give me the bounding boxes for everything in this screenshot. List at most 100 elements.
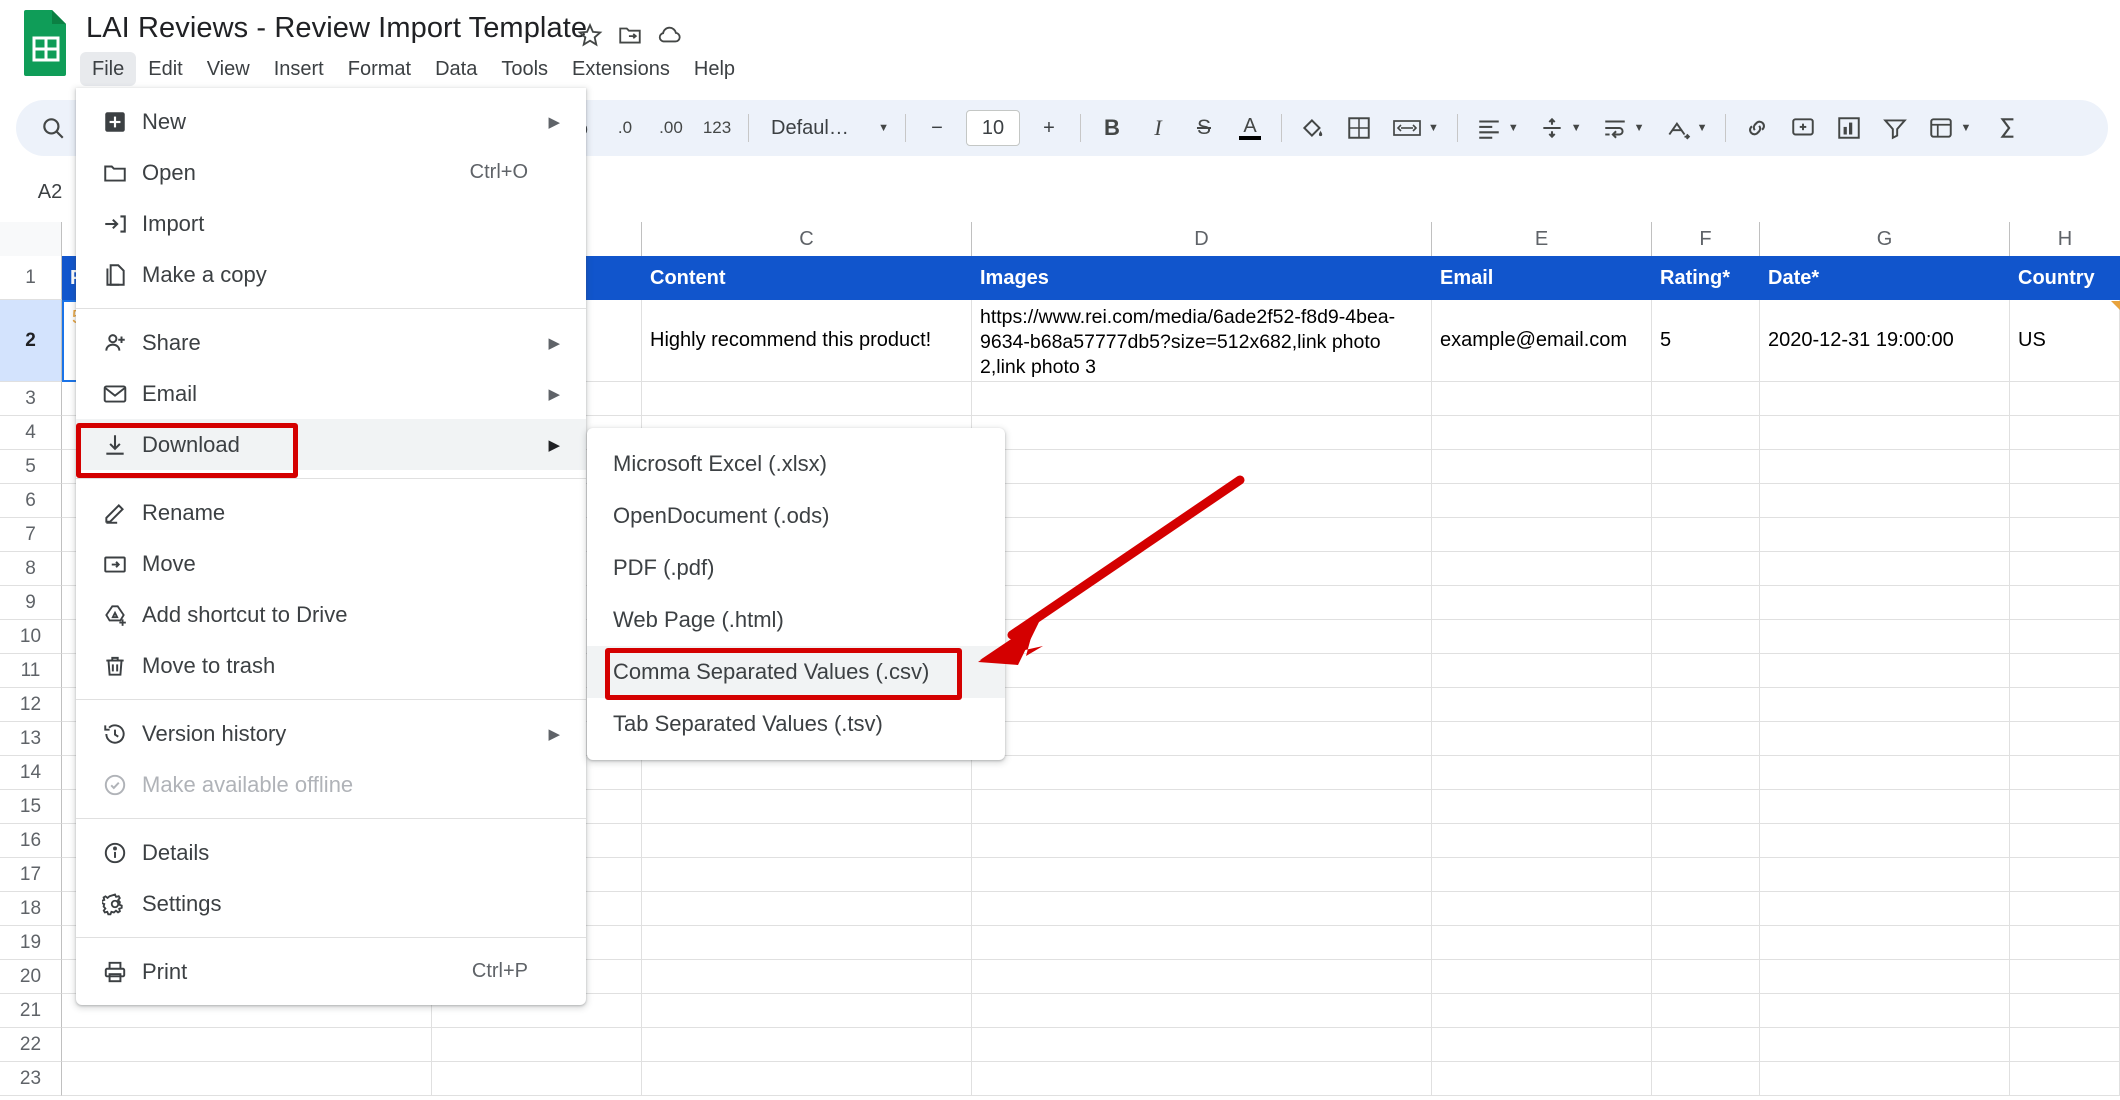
cell-e8[interactable] bbox=[1432, 552, 1652, 586]
cell-g21[interactable] bbox=[1760, 994, 2010, 1028]
file-menu-dropdown[interactable]: New ▶ Open Ctrl+O Import Make a copy Sha… bbox=[76, 88, 586, 1005]
font-family-selector[interactable]: Defaul… ▼ bbox=[757, 110, 897, 146]
column-header-e[interactable]: E bbox=[1432, 222, 1652, 256]
cell-g6[interactable] bbox=[1760, 484, 2010, 518]
column-header-c[interactable]: C bbox=[642, 222, 972, 256]
cell-h2[interactable]: US bbox=[2010, 300, 2120, 382]
row-number-8[interactable]: 8 bbox=[0, 552, 62, 586]
cell-e19[interactable] bbox=[1432, 926, 1652, 960]
cell-e4[interactable] bbox=[1432, 416, 1652, 450]
cell-f19[interactable] bbox=[1652, 926, 1760, 960]
cell-f14[interactable] bbox=[1652, 756, 1760, 790]
menu-insert[interactable]: Insert bbox=[262, 52, 336, 86]
cell-g1[interactable]: Date* bbox=[1760, 256, 2010, 300]
cell-g20[interactable] bbox=[1760, 960, 2010, 994]
cell-f3[interactable] bbox=[1652, 382, 1760, 416]
cell-f9[interactable] bbox=[1652, 586, 1760, 620]
cell-g16[interactable] bbox=[1760, 824, 2010, 858]
menu-item-add-shortcut-to-drive[interactable]: Add shortcut to Drive bbox=[76, 589, 586, 640]
cell-f15[interactable] bbox=[1652, 790, 1760, 824]
cell-g4[interactable] bbox=[1760, 416, 2010, 450]
cell-d13[interactable] bbox=[972, 722, 1432, 756]
cell-e14[interactable] bbox=[1432, 756, 1652, 790]
cell-e3[interactable] bbox=[1432, 382, 1652, 416]
cell-e18[interactable] bbox=[1432, 892, 1652, 926]
cell-f7[interactable] bbox=[1652, 518, 1760, 552]
cell-e7[interactable] bbox=[1432, 518, 1652, 552]
row-number-5[interactable]: 5 bbox=[0, 450, 62, 484]
create-filter-icon[interactable] bbox=[1872, 106, 1918, 150]
menu-item-share[interactable]: Share ▶ bbox=[76, 317, 586, 368]
fill-color-icon[interactable] bbox=[1290, 106, 1336, 150]
cell-b22[interactable] bbox=[432, 1028, 642, 1062]
cell-g10[interactable] bbox=[1760, 620, 2010, 654]
menu-edit[interactable]: Edit bbox=[136, 52, 194, 86]
text-wrap-icon[interactable]: ▼ bbox=[1592, 106, 1655, 150]
cell-h7[interactable] bbox=[2010, 518, 2120, 552]
cell-f5[interactable] bbox=[1652, 450, 1760, 484]
cell-c19[interactable] bbox=[642, 926, 972, 960]
submenu-item-html[interactable]: Web Page (.html) bbox=[587, 594, 1005, 646]
cell-g15[interactable] bbox=[1760, 790, 2010, 824]
cell-d14[interactable] bbox=[972, 756, 1432, 790]
row-number-21[interactable]: 21 bbox=[0, 994, 62, 1028]
row-number-18[interactable]: 18 bbox=[0, 892, 62, 926]
horizontal-align-icon[interactable]: ▼ bbox=[1466, 106, 1529, 150]
menu-item-move-to-trash[interactable]: Move to trash bbox=[76, 640, 586, 691]
cell-b23[interactable] bbox=[432, 1062, 642, 1096]
cell-h23[interactable] bbox=[2010, 1062, 2120, 1096]
download-submenu[interactable]: Microsoft Excel (.xlsx) OpenDocument (.o… bbox=[587, 428, 1005, 760]
text-rotation-icon[interactable]: ▼ bbox=[1655, 106, 1718, 150]
cell-h14[interactable] bbox=[2010, 756, 2120, 790]
cell-f18[interactable] bbox=[1652, 892, 1760, 926]
cell-c18[interactable] bbox=[642, 892, 972, 926]
cell-c22[interactable] bbox=[642, 1028, 972, 1062]
cell-d18[interactable] bbox=[972, 892, 1432, 926]
menu-item-new[interactable]: New ▶ bbox=[76, 96, 586, 147]
row-number-12[interactable]: 12 bbox=[0, 688, 62, 722]
cell-f23[interactable] bbox=[1652, 1062, 1760, 1096]
row-number-20[interactable]: 20 bbox=[0, 960, 62, 994]
cell-h17[interactable] bbox=[2010, 858, 2120, 892]
cell-e21[interactable] bbox=[1432, 994, 1652, 1028]
cell-f20[interactable] bbox=[1652, 960, 1760, 994]
font-size-input[interactable]: 10 bbox=[966, 110, 1020, 146]
cell-c23[interactable] bbox=[642, 1062, 972, 1096]
cell-e15[interactable] bbox=[1432, 790, 1652, 824]
increase-font-size-button[interactable]: + bbox=[1026, 106, 1072, 150]
cell-h19[interactable] bbox=[2010, 926, 2120, 960]
row-number-15[interactable]: 15 bbox=[0, 790, 62, 824]
menu-item-import[interactable]: Import bbox=[76, 198, 586, 249]
cell-f4[interactable] bbox=[1652, 416, 1760, 450]
cell-e1[interactable]: Email bbox=[1432, 256, 1652, 300]
cell-g7[interactable] bbox=[1760, 518, 2010, 552]
cell-a23[interactable] bbox=[62, 1062, 432, 1096]
cell-f10[interactable] bbox=[1652, 620, 1760, 654]
cell-h15[interactable] bbox=[2010, 790, 2120, 824]
cell-h18[interactable] bbox=[2010, 892, 2120, 926]
cell-h21[interactable] bbox=[2010, 994, 2120, 1028]
move-to-folder-icon[interactable] bbox=[610, 18, 650, 52]
cell-h16[interactable] bbox=[2010, 824, 2120, 858]
text-color-button[interactable]: A bbox=[1227, 106, 1273, 150]
cell-g13[interactable] bbox=[1760, 722, 2010, 756]
select-all-corner[interactable] bbox=[0, 222, 62, 256]
cell-h11[interactable] bbox=[2010, 654, 2120, 688]
menu-help[interactable]: Help bbox=[682, 52, 747, 86]
menu-item-make-a-copy[interactable]: Make a copy bbox=[76, 249, 586, 300]
submenu-item-ods[interactable]: OpenDocument (.ods) bbox=[587, 490, 1005, 542]
row-number-13[interactable]: 13 bbox=[0, 722, 62, 756]
cell-c17[interactable] bbox=[642, 858, 972, 892]
cell-d3[interactable] bbox=[972, 382, 1432, 416]
cell-c15[interactable] bbox=[642, 790, 972, 824]
cell-d22[interactable] bbox=[972, 1028, 1432, 1062]
cell-c1[interactable]: Content bbox=[642, 256, 972, 300]
cell-e6[interactable] bbox=[1432, 484, 1652, 518]
menu-item-move[interactable]: Move bbox=[76, 538, 586, 589]
row-number-2[interactable]: 2 bbox=[0, 300, 62, 382]
row-number-6[interactable]: 6 bbox=[0, 484, 62, 518]
cell-d11[interactable] bbox=[972, 654, 1432, 688]
cell-g5[interactable] bbox=[1760, 450, 2010, 484]
row-number-7[interactable]: 7 bbox=[0, 518, 62, 552]
cell-g23[interactable] bbox=[1760, 1062, 2010, 1096]
